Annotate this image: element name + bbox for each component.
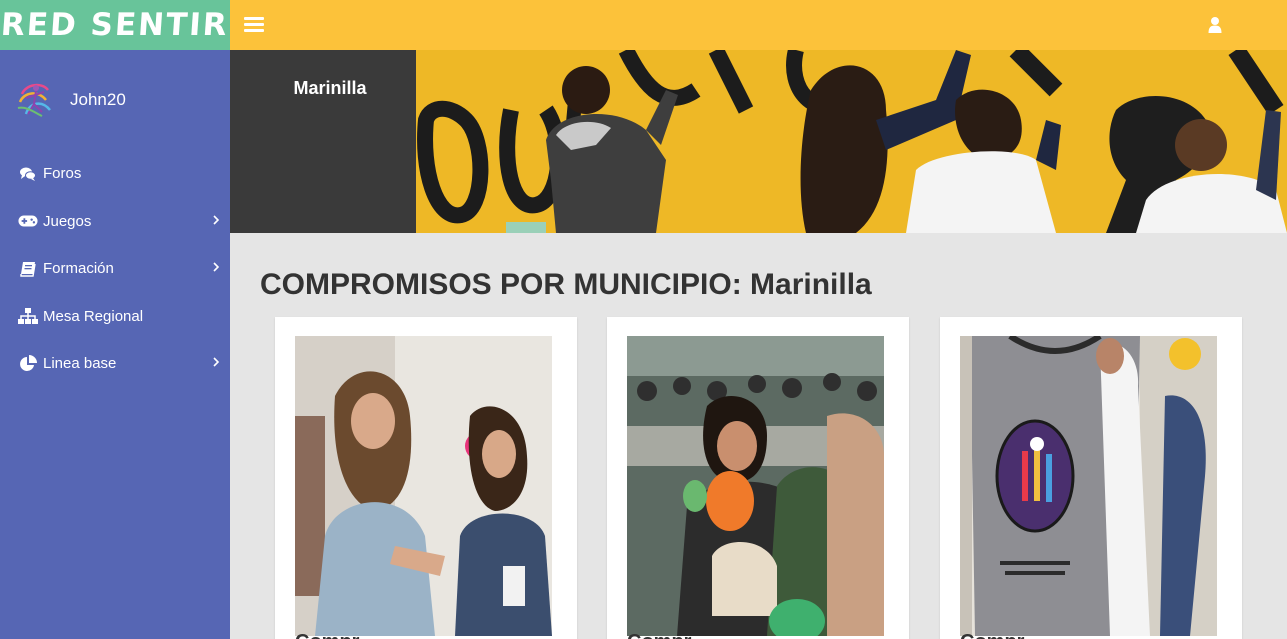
card-caption: Compr bbox=[960, 631, 1024, 639]
avatar bbox=[17, 83, 51, 117]
commitment-card[interactable]: Compr bbox=[275, 317, 577, 639]
sidebar-item-label: Formación bbox=[43, 260, 114, 278]
card-photo bbox=[960, 336, 1217, 636]
sidebar-item-juegos[interactable]: Juegos bbox=[0, 198, 230, 246]
chevron-right-icon bbox=[213, 214, 220, 225]
gamepad-icon bbox=[18, 212, 38, 230]
card-caption: Compr bbox=[627, 631, 691, 639]
sidebar-menu: Foros Juegos Formación Mesa Regional Lin… bbox=[0, 150, 230, 388]
sidebar-item-label: Linea base bbox=[43, 355, 117, 373]
pie-chart-icon bbox=[18, 354, 38, 373]
municipality-name: Marinilla bbox=[293, 78, 367, 98]
municipality-panel: Marinilla bbox=[230, 50, 416, 233]
brand-logo[interactable]: RED SENTIR bbox=[0, 0, 230, 50]
sidebar: John20 Foros Juegos Formación Mesa Regio… bbox=[0, 50, 230, 639]
page-title: COMPROMISOS POR MUNICIPIO: Marinilla bbox=[260, 268, 872, 301]
user-name: John20 bbox=[70, 90, 126, 109]
user-panel[interactable]: John20 bbox=[16, 80, 126, 120]
comments-icon bbox=[18, 165, 38, 183]
user-icon[interactable] bbox=[1206, 14, 1224, 36]
book-icon bbox=[18, 260, 38, 278]
sidebar-item-mesa-regional[interactable]: Mesa Regional bbox=[0, 293, 230, 341]
header-banner-image bbox=[416, 50, 1287, 233]
sitemap-icon bbox=[18, 307, 38, 325]
card-caption: Compr bbox=[295, 631, 359, 639]
sidebar-item-label: Juegos bbox=[43, 212, 92, 230]
chevron-right-icon bbox=[213, 262, 220, 272]
sidebar-item-label: Foros bbox=[43, 165, 82, 183]
commitment-card[interactable]: Compr bbox=[940, 317, 1242, 639]
sidebar-item-foros[interactable]: Foros bbox=[0, 150, 230, 198]
sidebar-item-label: Mesa Regional bbox=[43, 307, 144, 325]
sidebar-item-formacion[interactable]: Formación bbox=[0, 245, 230, 293]
menu-toggle-icon[interactable] bbox=[244, 14, 264, 36]
chevron-right-icon bbox=[213, 357, 220, 367]
commitment-card[interactable]: Compr bbox=[607, 317, 909, 639]
card-photo bbox=[295, 336, 552, 636]
sidebar-item-linea-base[interactable]: Linea base bbox=[0, 340, 230, 388]
brand-logo-text: RED SENTIR bbox=[0, 7, 231, 43]
card-photo bbox=[627, 336, 884, 636]
top-navbar bbox=[230, 0, 1287, 50]
